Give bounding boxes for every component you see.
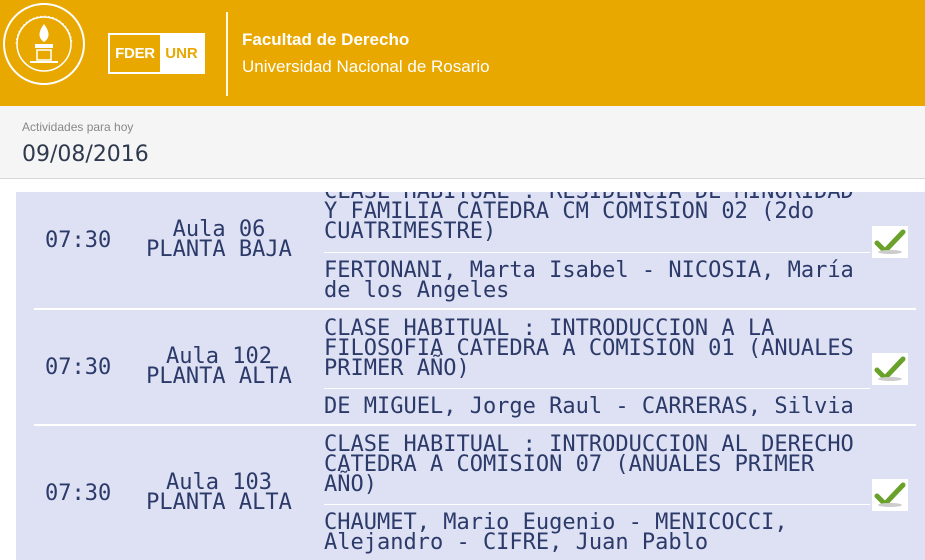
- site-header: FDER UNR Facultad de Derecho Universidad…: [0, 0, 925, 106]
- activity-time: 07:30: [45, 227, 112, 253]
- activities-label: Actividades para hoy: [22, 120, 134, 134]
- activity-row: 07:30 Aula 102 PLANTA ALTA CLASE HABITUA…: [34, 310, 916, 426]
- university-name: Universidad Nacional de Rosario: [242, 57, 490, 76]
- activity-description: CLASE HABITUAL : RESIDENCIA DE MINORIDAD…: [324, 192, 870, 253]
- activities-list[interactable]: 07:30 Aula 06 PLANTA BAJA CLASE HABITUAL…: [16, 192, 925, 560]
- activity-professors: DE MIGUEL, Jorge Raul - CARRERAS, Silvia: [324, 389, 870, 424]
- activity-professors-text: DE MIGUEL, Jorge Raul - CARRERAS, Silvia: [324, 393, 854, 419]
- faculty-title: Facultad de Derecho: [242, 30, 410, 49]
- activity-professors: FERTONANI, Marta Isabel - NICOSIA, María…: [324, 253, 870, 308]
- fder-unr-logo: FDER UNR: [108, 33, 205, 74]
- activity-description: CLASE HABITUAL : INTRODUCCION A LA FILOS…: [324, 310, 870, 389]
- activity-description-text: CLASE HABITUAL : INTRODUCCION AL DERECHO…: [324, 432, 854, 497]
- activity-description: CLASE HABITUAL : INTRODUCCION AL DERECHO…: [324, 426, 870, 505]
- room-floor: PLANTA ALTA: [146, 490, 292, 515]
- check-icon: [872, 226, 908, 258]
- university-seal-logo: [3, 3, 85, 85]
- logo-unr-text: UNR: [160, 35, 203, 72]
- activity-room: Aula 06 PLANTA BAJA: [124, 192, 314, 308]
- check-icon: [872, 353, 908, 385]
- date-header: Actividades para hoy 09/08/2016: [0, 106, 925, 179]
- check-icon: [872, 479, 908, 511]
- activity-professors: CHAUMET, Mario Eugenio - MENICOCCI, Alej…: [324, 505, 870, 560]
- activity-row: 07:30 Aula 103 PLANTA ALTA CLASE HABITUA…: [34, 426, 916, 560]
- header-divider: [226, 12, 228, 96]
- room-floor: PLANTA ALTA: [146, 364, 292, 389]
- activity-row: 07:30 Aula 06 PLANTA BAJA CLASE HABITUAL…: [34, 192, 916, 310]
- activity-description-text: CLASE HABITUAL : RESIDENCIA DE MINORIDAD…: [324, 192, 854, 244]
- activity-time: 07:30: [45, 354, 112, 380]
- activity-professors-text: FERTONANI, Marta Isabel - NICOSIA, María…: [324, 257, 854, 303]
- activities-date: 09/08/2016: [22, 142, 149, 167]
- activity-professors-text: CHAUMET, Mario Eugenio - MENICOCCI, Alej…: [324, 509, 788, 555]
- activity-room: Aula 103 PLANTA ALTA: [124, 426, 314, 560]
- activity-time: 07:30: [45, 480, 112, 506]
- logo-fder-text: FDER: [115, 45, 155, 62]
- activity-room: Aula 102 PLANTA ALTA: [124, 310, 314, 424]
- activity-description-text: CLASE HABITUAL : INTRODUCCION A LA FILOS…: [324, 316, 854, 381]
- room-floor: PLANTA BAJA: [146, 237, 292, 262]
